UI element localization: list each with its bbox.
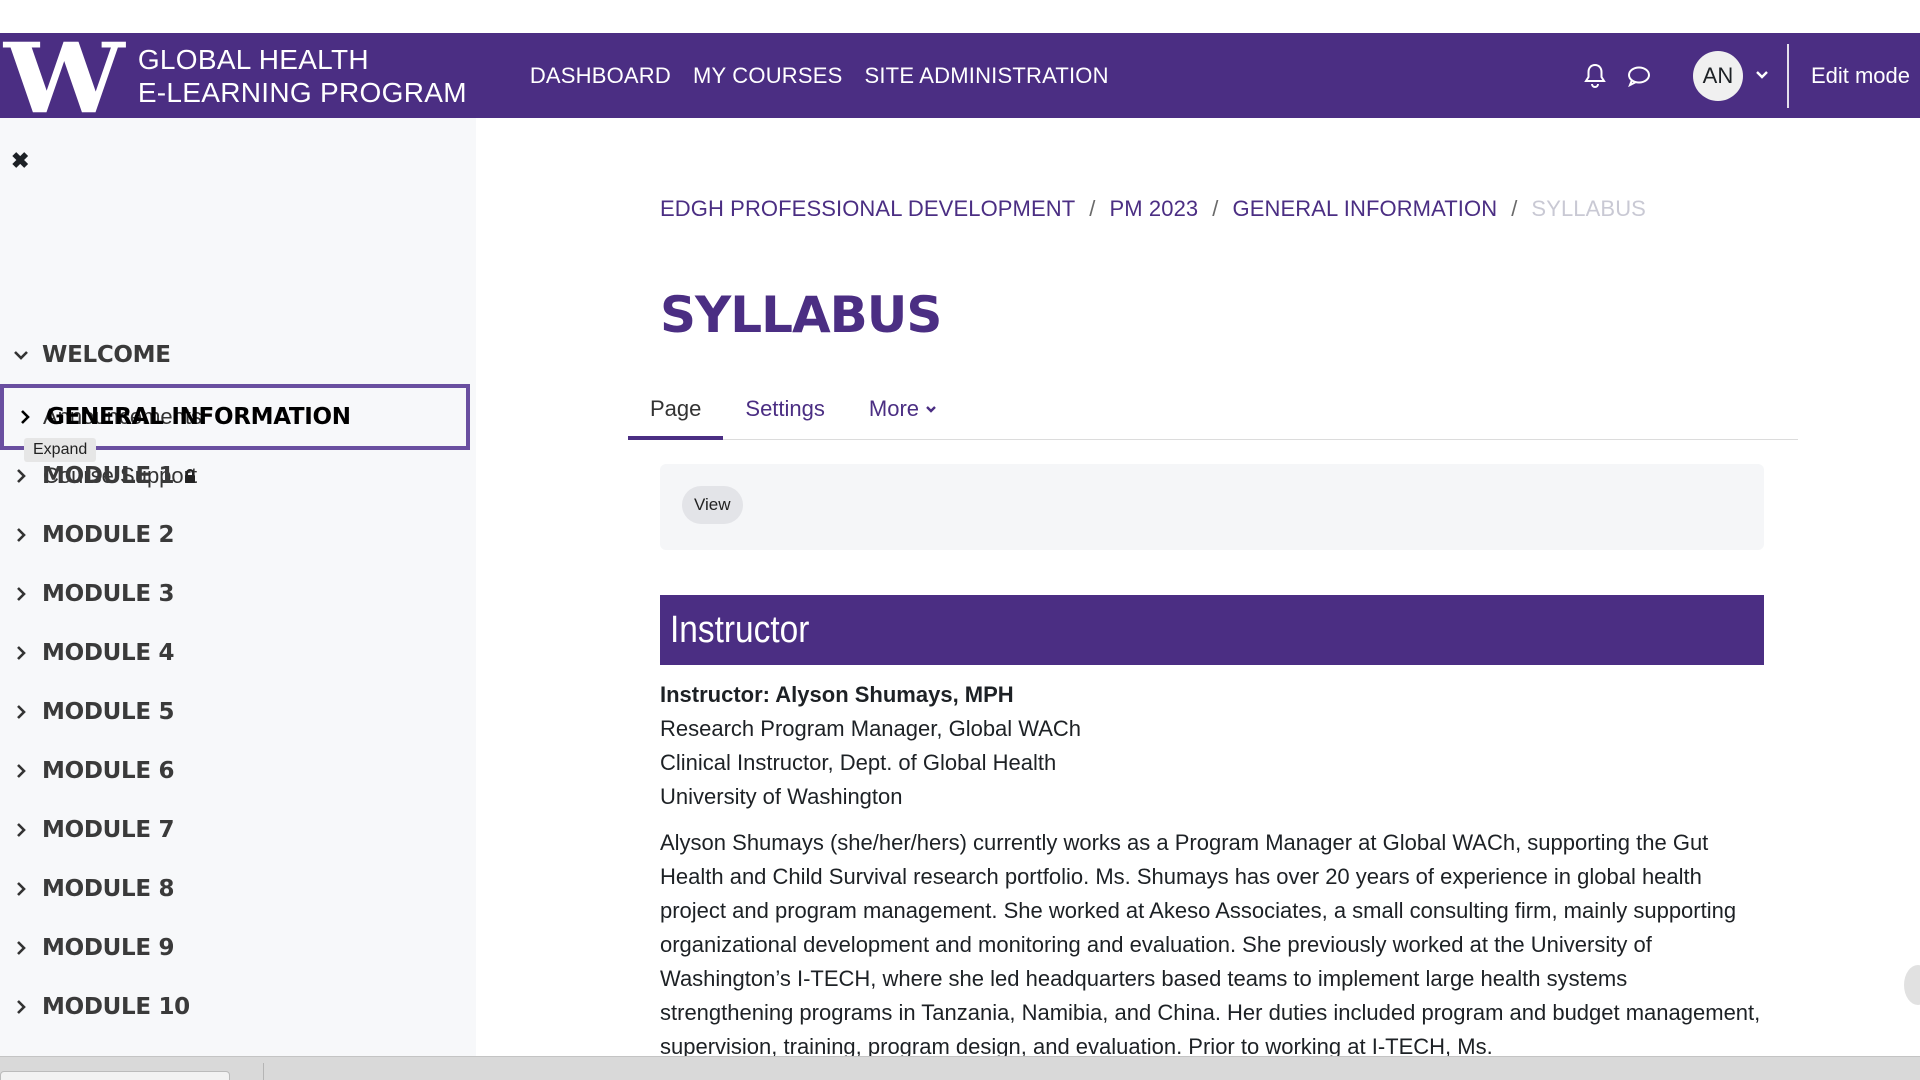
section-title: WELCOME [42, 342, 171, 368]
section-module-4[interactable]: MODULE 4 [0, 624, 470, 682]
section-title: MODULE 9 [42, 935, 175, 961]
tab-page[interactable]: Page [628, 378, 724, 440]
section-module-2[interactable]: MODULE 2 [0, 506, 470, 564]
breadcrumb-section[interactable]: GENERAL INFORMATION [1233, 196, 1498, 222]
lock-icon [184, 469, 196, 483]
bottom-tab [0, 1071, 230, 1080]
primary-nav: DASHBOARD MY COURSES SITE ADMINISTRATION [530, 63, 1109, 89]
instructor-name: Instructor: Alyson Shumays, MPH [660, 682, 1014, 707]
instructor-bio: Instructor: Alyson Shumays, MPH Research… [660, 678, 1764, 1076]
chevron-down-icon[interactable] [1755, 67, 1769, 85]
chevron-right-icon[interactable] [0, 763, 42, 779]
section-title: MODULE 2 [42, 522, 175, 548]
breadcrumb-course-category[interactable]: EDGH PROFESSIONAL DEVELOPMENT [660, 196, 1075, 222]
section-module-3[interactable]: MODULE 3 [0, 565, 470, 623]
section-module-6[interactable]: MODULE 6 [0, 742, 470, 800]
section-title: MODULE 6 [42, 758, 175, 784]
activity-header-panel: View [660, 464, 1764, 550]
section-module-5[interactable]: MODULE 5 [0, 683, 470, 741]
section-module-9[interactable]: MODULE 9 [0, 919, 470, 977]
user-area: AN Edit mode [1581, 33, 1920, 118]
main-content: EDGH PROFESSIONAL DEVELOPMENT / PM 2023 … [476, 118, 1920, 1059]
site-logo[interactable]: W GLOBAL HEALTH E-LEARNING PROGRAM [4, 30, 467, 126]
section-module-7[interactable]: MODULE 7 [0, 801, 470, 859]
section-title: MODULE 5 [42, 699, 175, 725]
bell-icon[interactable] [1581, 62, 1609, 90]
close-icon[interactable]: ✖ [11, 148, 29, 174]
tab-more-label: More [868, 396, 920, 421]
section-module-1[interactable]: MODULE 1 [0, 447, 470, 505]
nav-my-courses[interactable]: MY COURSES [693, 63, 843, 89]
instructor-role: Research Program Manager, Global WACh [660, 716, 1082, 741]
nav-dashboard[interactable]: DASHBOARD [530, 63, 671, 89]
section-title: MODULE 4 [42, 640, 175, 666]
page-title: SYLLABUS [660, 286, 942, 344]
chevron-down-icon [925, 405, 937, 413]
chevron-right-icon[interactable] [4, 409, 46, 425]
logo-line-1: GLOBAL HEALTH [137, 43, 369, 75]
logo-w-mark: W [3, 21, 125, 135]
breadcrumb-separator: / [1212, 196, 1219, 221]
breadcrumb-separator: / [1089, 196, 1096, 221]
section-title: GENERAL INFORMATION [46, 404, 351, 430]
section-title: MODULE 7 [42, 817, 175, 843]
section-heading-banner: Instructor [660, 595, 1764, 665]
tab-settings[interactable]: Settings [723, 378, 847, 440]
chevron-right-icon[interactable] [0, 645, 42, 661]
bottom-window-bar [0, 1056, 1920, 1080]
section-module-8[interactable]: MODULE 8 [0, 860, 470, 918]
section-heading-text: Instructor [670, 608, 810, 651]
chevron-right-icon[interactable] [0, 704, 42, 720]
chevron-right-icon[interactable] [0, 940, 42, 956]
chevron-down-icon[interactable] [0, 349, 42, 361]
breadcrumb: EDGH PROFESSIONAL DEVELOPMENT / PM 2023 … [660, 196, 1646, 222]
secondary-nav-tabs: Page Settings More [628, 378, 1798, 440]
divider [263, 1063, 264, 1080]
section-title: MODULE 8 [42, 876, 175, 902]
logo-line-2: E-LEARNING PROGRAM [137, 76, 467, 108]
section-module-10[interactable]: MODULE 10 [0, 978, 470, 1036]
breadcrumb-current: SYLLABUS [1531, 196, 1646, 221]
chevron-right-icon[interactable] [0, 468, 42, 484]
course-index-drawer: ✖ WELCOME Announcements Course Support G… [0, 118, 476, 1056]
instructor-affiliation: University of Washington [660, 784, 903, 809]
top-navbar: W GLOBAL HEALTH E-LEARNING PROGRAM DASHB… [0, 30, 1920, 126]
chevron-right-icon[interactable] [0, 586, 42, 602]
breadcrumb-separator: / [1511, 196, 1518, 221]
chevron-right-icon[interactable] [0, 527, 42, 543]
section-title: MODULE 1 [42, 463, 175, 489]
instructor-role: Clinical Instructor, Dept. of Global Hea… [660, 750, 1057, 775]
bio-paragraph: Alyson Shumays (she/her/hers) currently … [660, 830, 1761, 1059]
chat-icon[interactable] [1625, 62, 1653, 90]
chevron-right-icon[interactable] [0, 881, 42, 897]
logo-text: GLOBAL HEALTH E-LEARNING PROGRAM [138, 43, 467, 109]
chevron-right-icon[interactable] [0, 822, 42, 838]
edit-mode-toggle[interactable]: Edit mode [1811, 63, 1910, 89]
section-title: MODULE 10 [42, 994, 190, 1020]
section-welcome[interactable]: WELCOME [0, 326, 470, 384]
view-button[interactable]: View [682, 486, 743, 524]
chevron-right-icon[interactable] [0, 999, 42, 1015]
divider [1786, 43, 1789, 108]
section-title: MODULE 3 [42, 581, 175, 607]
avatar[interactable]: AN [1692, 50, 1743, 101]
breadcrumb-course[interactable]: PM 2023 [1110, 196, 1199, 222]
tab-more[interactable]: More [847, 378, 959, 440]
nav-site-administration[interactable]: SITE ADMINISTRATION [865, 63, 1109, 89]
